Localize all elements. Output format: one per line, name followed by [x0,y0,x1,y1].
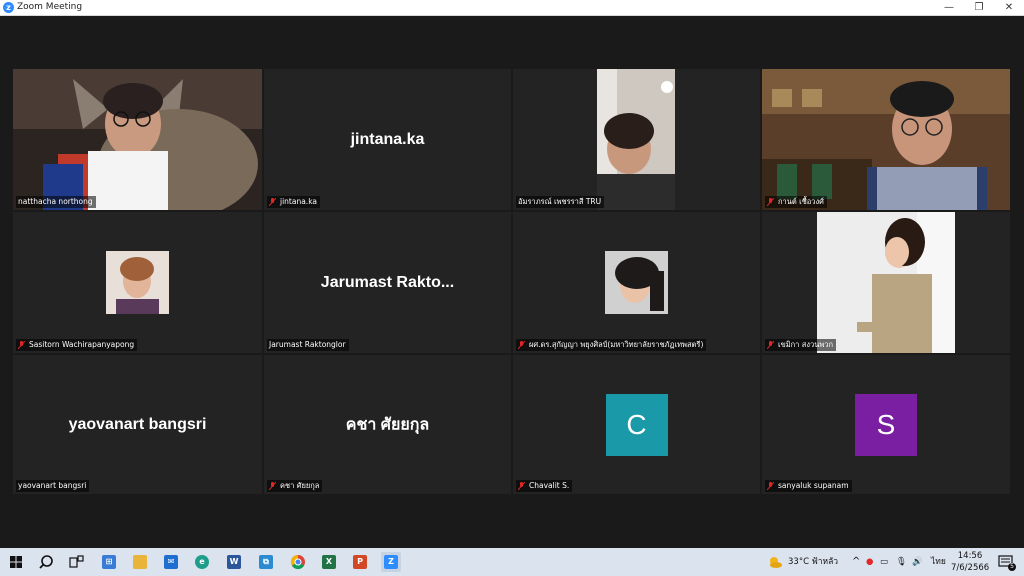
video-frame-sasitorn [106,251,169,314]
window-titlebar: z Zoom Meeting — ❐ ✕ [0,0,1024,16]
video-frame-amraporn [597,69,675,210]
edge-browser-icon[interactable]: e [192,552,212,572]
participant-name-label: Jarumast Raktonglor [267,339,349,351]
mail-icon[interactable]: ✉ [161,552,181,572]
participant-display-name: yaovanart bangsri [68,415,207,433]
gallery-view: natthacha northong jintana.ka jintana.ka… [0,16,1024,548]
participant-tile[interactable]: Jarumast Rakto... Jarumast Raktonglor [264,212,511,353]
network-icon[interactable]: ▭ [880,557,888,568]
participant-name-label: คชา ศัยยกุล [267,480,323,492]
excel-icon[interactable]: X [319,552,339,572]
participant-tile[interactable]: yaovanart bangsri yaovanart bangsri [13,355,262,494]
muted-mic-icon [518,341,525,349]
zoom-logo-icon: z [3,2,14,13]
participant-tile[interactable]: อัมราภรณ์ เพชรราสี TRU [513,69,760,210]
participant-tile[interactable]: Sasitorn Wachirapanyapong [13,212,262,353]
participant-video [13,69,262,210]
clipboard-app-icon[interactable]: ⧉ [256,552,276,572]
microphone-icon[interactable]: 🎙 [896,557,907,568]
search-icon[interactable] [36,552,56,572]
clock-time[interactable]: 14:56 [955,551,985,562]
participant-display-name: คชา ศัยยกุล [345,416,430,433]
start-windows-icon[interactable] [6,552,26,572]
participant-avatar: S [855,393,917,456]
minimize-button[interactable]: — [934,0,964,15]
muted-mic-icon [518,482,525,490]
participant-display-name: jintana.ka [350,130,425,148]
participant-video [762,69,1010,210]
muted-mic-icon [767,341,774,349]
participant-name-label: jintana.ka [267,196,320,208]
store-icon[interactable]: ⊞ [99,552,119,572]
participant-name-label: Sasitorn Wachirapanyapong [16,339,138,351]
muted-mic-icon [767,198,774,206]
language-indicator[interactable]: ไทย [931,557,946,568]
participant-video [817,212,955,353]
participant-video [597,69,675,210]
weather-icon[interactable] [766,552,784,572]
participant-video [605,251,668,314]
window-title: Zoom Meeting [17,2,83,12]
muted-mic-icon [18,341,25,349]
chrome-icon[interactable] [288,552,308,572]
powerpoint-icon[interactable]: P [350,552,370,572]
participant-name-label: เขมิกา สงวนพวก [765,339,837,351]
notification-badge: 5 [1008,563,1016,571]
muted-mic-icon [269,482,276,490]
notification-center-icon[interactable]: 5 [996,552,1016,572]
windows-taskbar: ⊞ ✉ e W ⧉ X P Z 33°C ฟ้าหลัว ^ ● ▭ 🎙 🔊 ไ… [0,548,1024,576]
close-button[interactable]: ✕ [994,0,1024,15]
participant-tile[interactable]: C Chavalit S. [513,355,760,494]
muted-mic-icon [269,198,276,206]
volume-icon[interactable]: 🔊 [912,557,923,568]
antivirus-icon[interactable]: ● [866,557,873,568]
participant-name-label: ผศ.ดร.สุกัญญา พยุงศิลป์(มหาวิทยาลัยราชภั… [516,339,707,351]
participant-tile[interactable]: คชา ศัยยกุล คชา ศัยยกุล [264,355,511,494]
participant-name-label: yaovanart bangsri [16,480,90,492]
participant-name-label: กานต์ เชื้อวงศ์ [765,196,827,208]
participant-tile[interactable]: ผศ.ดร.สุกัญญา พยุงศิลป์(มหาวิทยาลัยราชภั… [513,212,760,353]
participant-tile[interactable]: S sanyaluk supanam [762,355,1010,494]
clock-date[interactable]: 7/6/2566 [951,563,989,574]
participant-tile[interactable]: jintana.ka jintana.ka [264,69,511,210]
video-frame-khemika [817,212,955,353]
participant-tile[interactable]: natthacha northong [13,69,262,210]
restore-button[interactable]: ❐ [964,0,994,15]
zoom-taskbar-icon[interactable]: Z [381,552,401,572]
participant-name-label: sanyaluk supanam [765,480,852,492]
participant-tile[interactable]: กานต์ เชื้อวงศ์ [762,69,1010,210]
video-frame-karn [762,69,1010,210]
video-frame-sukanya [605,251,668,314]
participant-name-label: natthacha northong [16,196,96,208]
participant-avatar: C [605,393,668,456]
participant-name-label: Chavalit S. [516,480,573,492]
task-view-icon[interactable] [66,552,86,572]
chevron-up-icon[interactable]: ^ [852,556,860,567]
participant-display-name: Jarumast Rakto... [320,273,455,291]
participant-video [106,251,169,314]
participant-name-label: อัมราภรณ์ เพชรราสี TRU [516,196,605,208]
participant-tile[interactable]: เขมิกา สงวนพวก [762,212,1010,353]
weather-text[interactable]: 33°C ฟ้าหลัว [788,557,838,568]
video-frame-natthacha [13,69,262,210]
muted-mic-icon [767,482,774,490]
file-explorer-icon[interactable] [130,552,150,572]
word-icon[interactable]: W [224,552,244,572]
